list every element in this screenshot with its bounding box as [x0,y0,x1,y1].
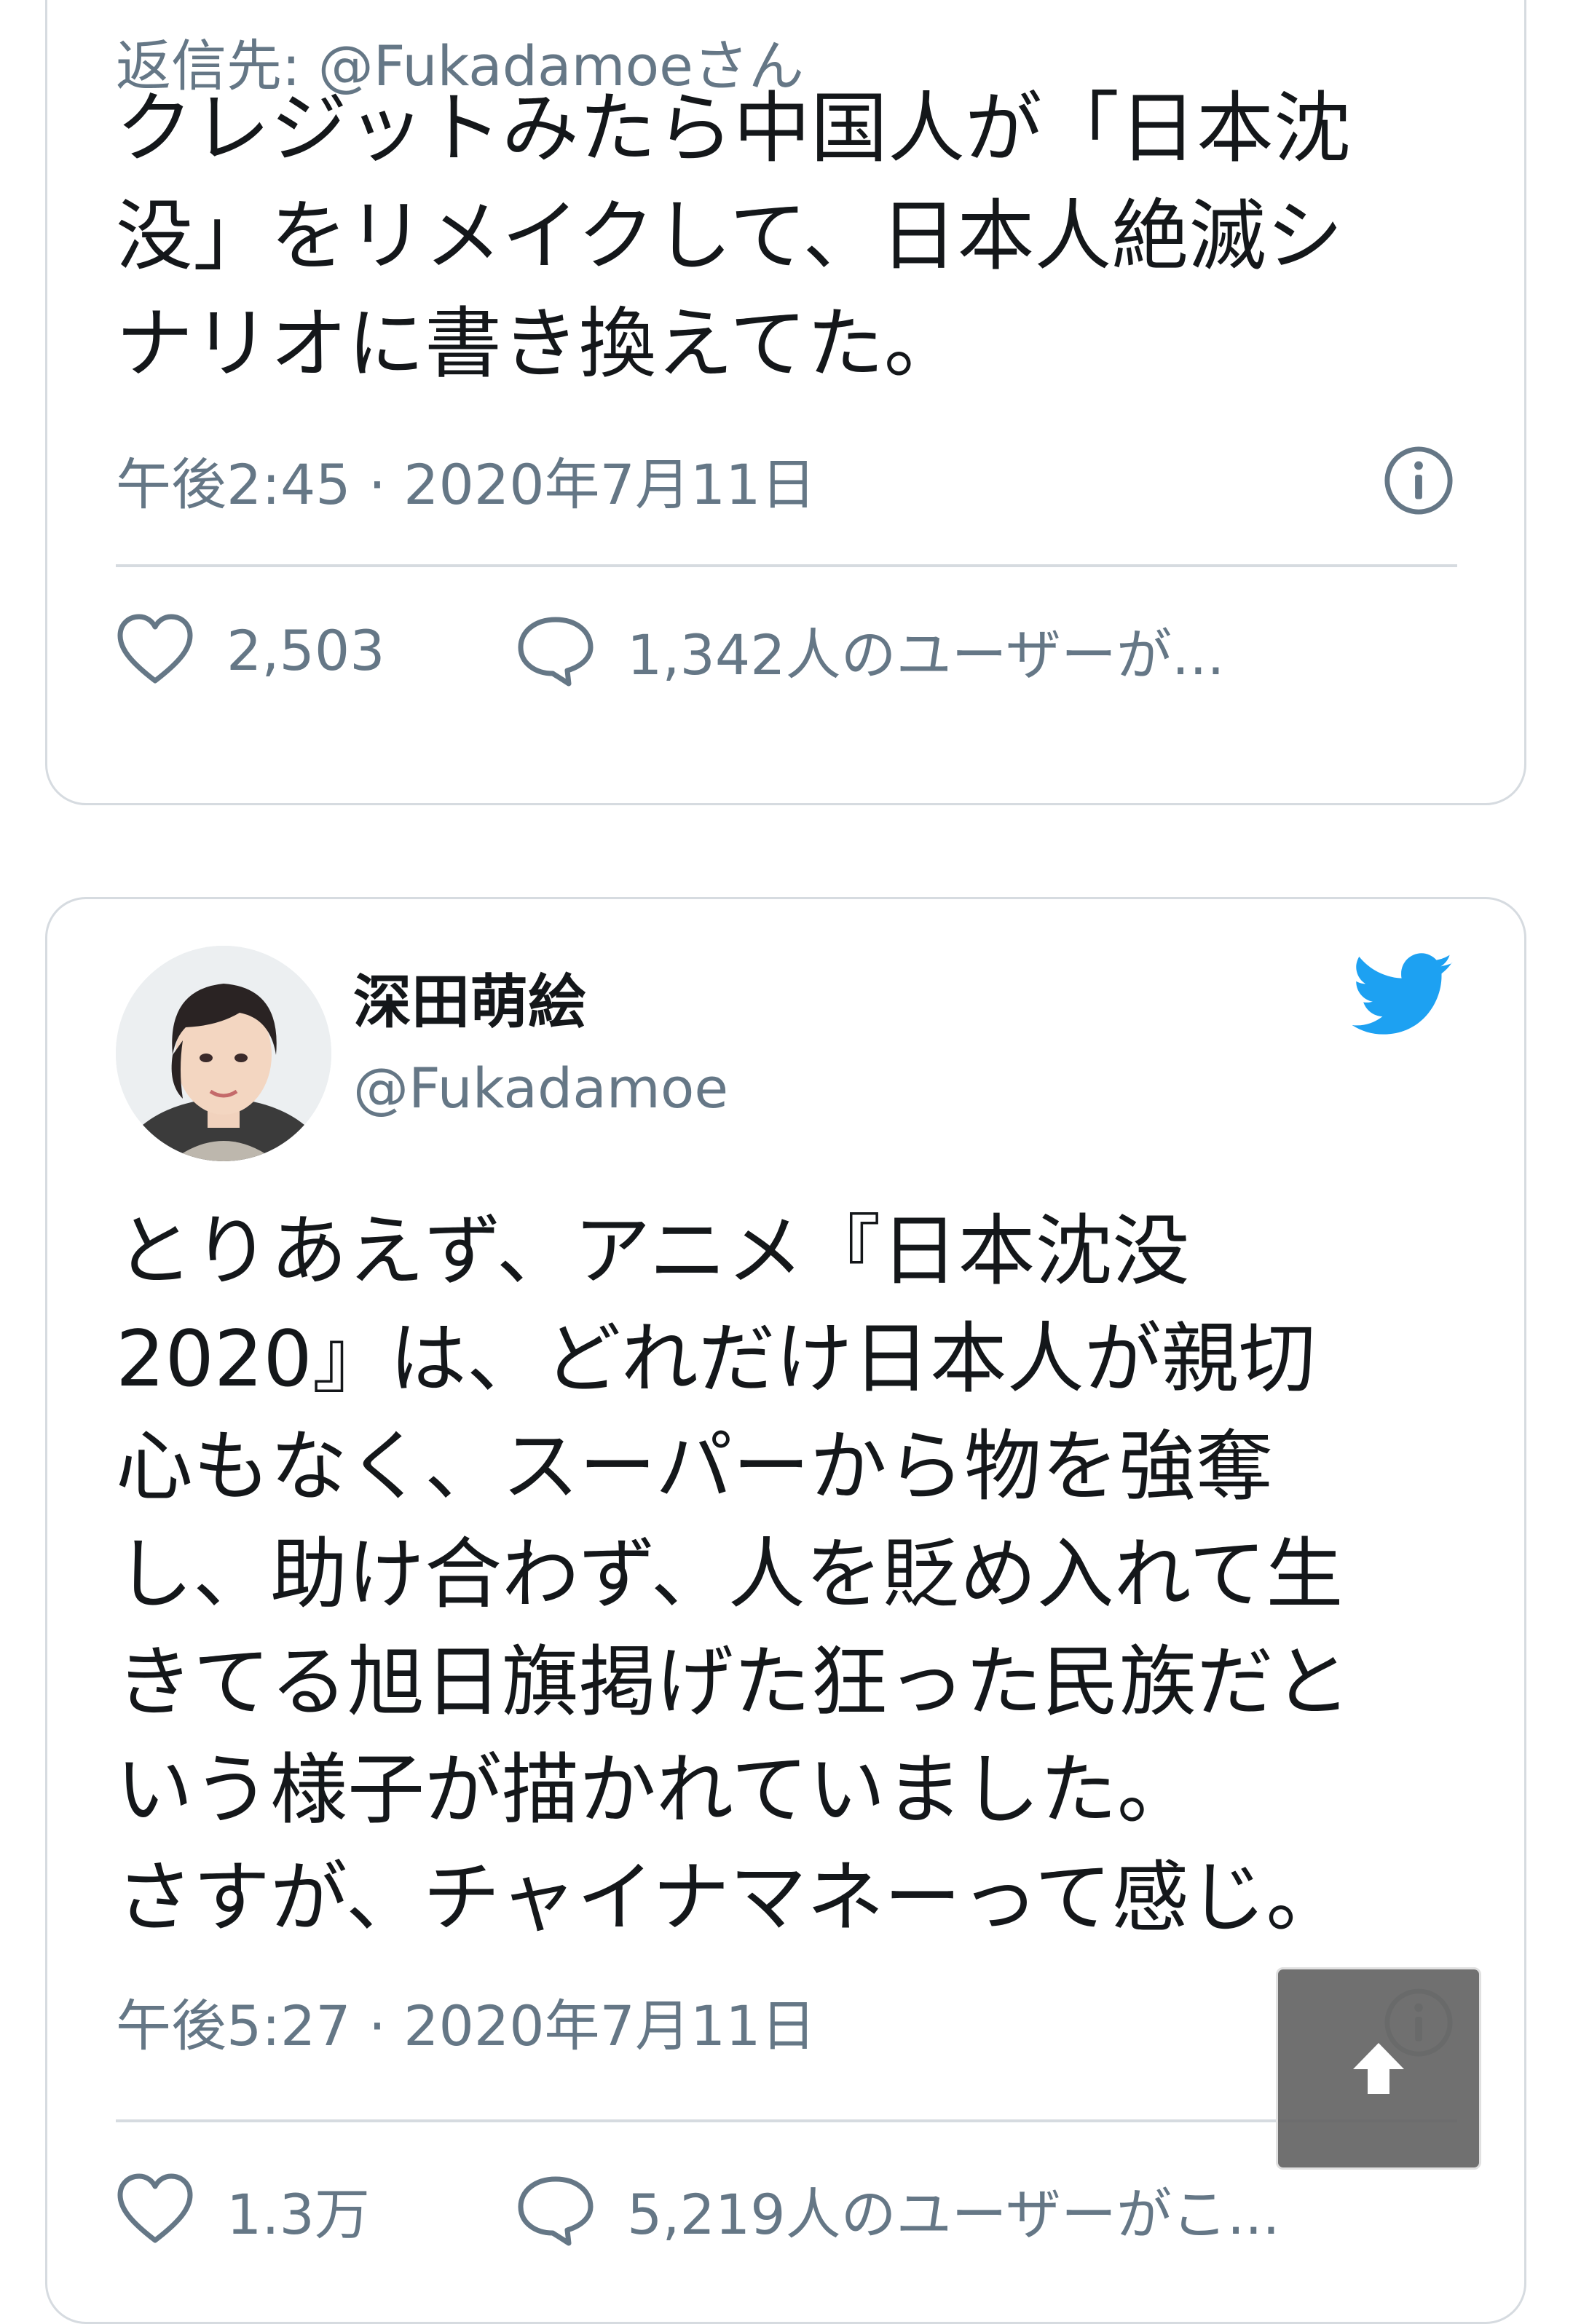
reply-count: 5,219人のユーザーがこ... [627,2182,1280,2247]
like-count: 2,503 [226,617,385,683]
scroll-to-top-button[interactable] [1276,1967,1481,2170]
tweet-actions: 1.3万 5,219人のユーザーがこ... [116,2166,1280,2253]
reply-count: 1,342人のユーザーが... [627,622,1225,687]
display-name[interactable]: 深田萌絵 [353,973,586,1032]
replies-button[interactable]: 5,219人のユーザーがこ... [516,2170,1280,2250]
tweet-text: とりあえず、アニメ『日本沈没 2020』は、どれだけ日本人が親切 心もなく、スー… [116,1206,1351,1942]
info-icon[interactable] [1383,445,1454,516]
like-button[interactable]: 2,503 [116,614,516,687]
user-handle[interactable]: @Fukadamoe [353,1061,728,1116]
replies-button[interactable]: 1,342人のユーザーが... [516,610,1225,690]
like-count: 1.3万 [226,2182,370,2247]
heart-icon [117,2173,193,2243]
divider [116,564,1457,567]
twitter-bird-icon[interactable] [1352,952,1454,1039]
arrow-up-icon [1353,2043,1404,2094]
avatar[interactable] [116,946,331,1161]
tweet-timestamp[interactable]: 午後2:45 · 2020年7月11日 [116,457,816,513]
avatar-image [116,946,331,1161]
like-button[interactable]: 1.3万 [116,2170,516,2250]
heart-icon [117,614,193,684]
divider [116,2119,1457,2122]
tweet-actions: 2,503 1,342人のユーザーが... [116,606,1225,694]
tweet-timestamp[interactable]: 午後5:27 · 2020年7月11日 [116,1999,816,2054]
tweet-text: クレジットみたら中国人が「日本沈 没」をリメイクして、日本人絶滅シ ナリオに書き… [116,84,1351,389]
speech-bubble-icon [518,617,594,687]
tweet-card-reply[interactable]: 返信先: @Fukadamoeさん クレジットみたら中国人が「日本沈 没」をリメ… [45,0,1526,805]
speech-bubble-icon [518,2176,594,2246]
